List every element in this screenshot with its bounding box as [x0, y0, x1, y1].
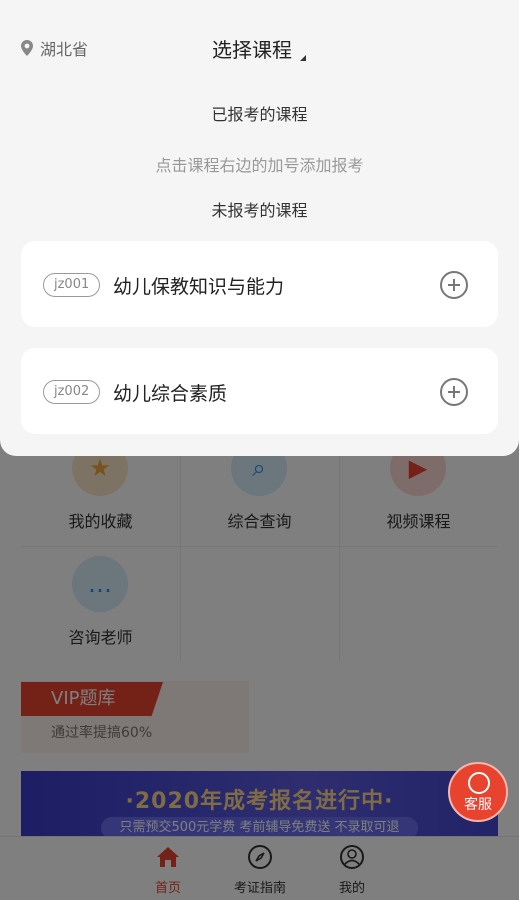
course-item: jz002 幼儿综合素质 [21, 348, 498, 434]
location-selector[interactable]: 湖北省 [20, 36, 88, 60]
location-pin-icon [21, 40, 33, 56]
add-course-button[interactable] [440, 271, 468, 299]
course-name: 幼儿保教知识与能力 [113, 276, 285, 298]
location-label: 湖北省 [40, 40, 89, 59]
add-course-hint: 点击课程右边的加号添加报考 [155, 156, 364, 175]
course-code: jz002 [43, 380, 101, 404]
caret-down-icon [300, 55, 306, 61]
customer-service-button[interactable]: 客服 [448, 762, 508, 822]
add-course-button[interactable] [440, 378, 468, 406]
course-name: 幼儿综合素质 [113, 383, 228, 405]
course-select-panel: 湖北省 选择课程 已报考的课程 点击课程右边的加号添加报考 未报考的课程 jz0… [0, 0, 519, 456]
course-item: jz001 幼儿保教知识与能力 [21, 241, 498, 327]
headset-icon [468, 772, 490, 794]
customer-service-label: 客服 [464, 797, 492, 813]
enrolled-section-label: 已报考的课程 [211, 105, 308, 124]
not-enrolled-section-label: 未报考的课程 [211, 201, 308, 220]
course-code: jz001 [43, 273, 101, 297]
page-title: 选择课程 [212, 38, 292, 62]
course-select-toggle[interactable]: 选择课程 [212, 34, 306, 63]
